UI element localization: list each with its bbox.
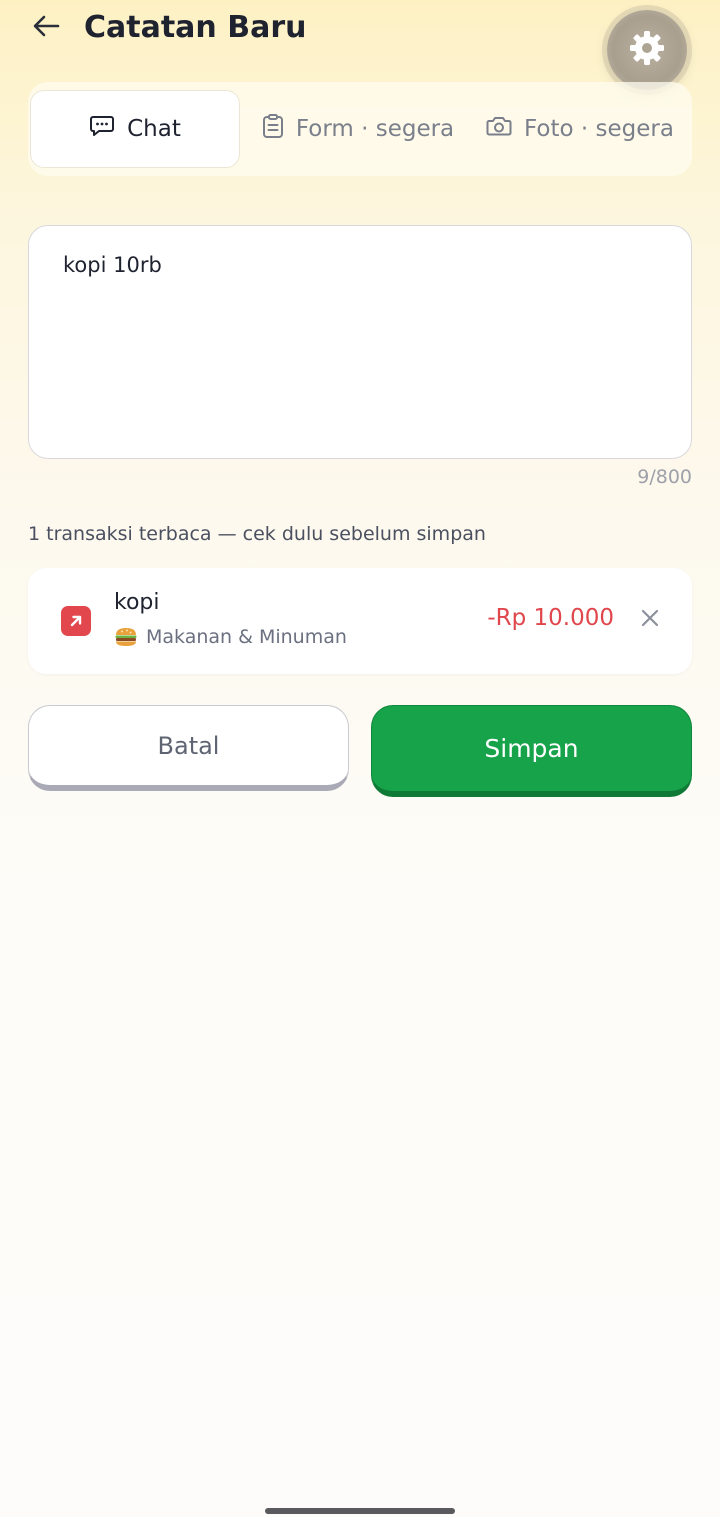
home-indicator[interactable] xyxy=(265,1508,455,1514)
tab-chat[interactable]: Chat xyxy=(30,90,240,168)
clipboard-icon xyxy=(262,113,284,145)
transaction-category: Makanan & Minuman xyxy=(114,626,347,648)
tab-foto-label: Foto · segera xyxy=(524,116,674,142)
settings-button[interactable] xyxy=(607,10,687,90)
tab-foto[interactable]: Foto · segera xyxy=(480,90,680,168)
tab-form[interactable]: Form · segera xyxy=(258,90,458,168)
save-button[interactable]: Simpan xyxy=(371,705,692,797)
remove-transaction-button[interactable] xyxy=(636,606,664,634)
mode-tabs: Chat Form · segera Foto · segera xyxy=(28,82,692,176)
camera-icon xyxy=(486,114,512,144)
transaction-name: kopi xyxy=(114,590,160,615)
close-icon xyxy=(640,608,660,632)
cancel-button[interactable]: Batal xyxy=(28,705,349,791)
char-counter: 9/800 xyxy=(637,466,692,488)
chat-input-container xyxy=(28,225,692,459)
tab-chat-label: Chat xyxy=(127,116,181,142)
transaction-category-label: Makanan & Minuman xyxy=(146,626,347,648)
chat-bubble-icon xyxy=(89,114,115,144)
transaction-amount: -Rp 10.000 xyxy=(487,605,614,631)
parse-info-text: 1 transaksi terbaca — cek dulu sebelum s… xyxy=(28,523,486,545)
page-title: Catatan Baru xyxy=(84,10,307,45)
transaction-card: kopi Makanan & Minuman -Rp 10.000 xyxy=(28,568,692,674)
chat-input[interactable] xyxy=(63,248,659,438)
back-button[interactable] xyxy=(26,10,66,46)
gear-icon xyxy=(627,28,667,72)
arrow-left-icon xyxy=(32,14,60,42)
arrow-up-right-icon xyxy=(61,606,91,636)
tab-form-label: Form · segera xyxy=(295,116,455,142)
burger-icon xyxy=(114,626,138,648)
